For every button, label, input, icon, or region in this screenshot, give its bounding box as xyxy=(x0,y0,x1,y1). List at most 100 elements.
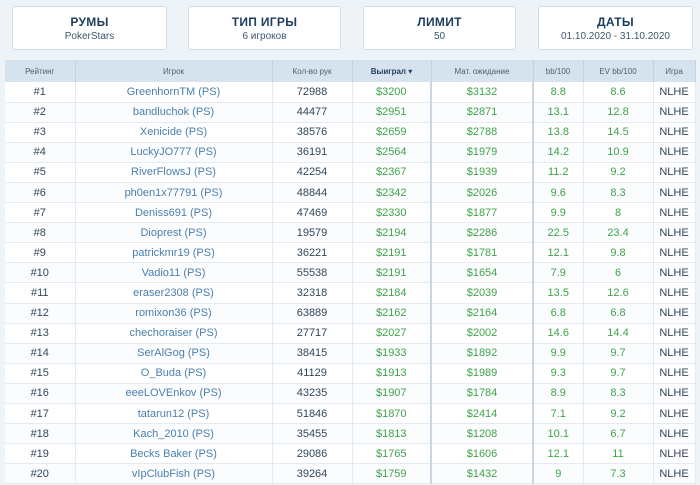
won-cell: $1765 xyxy=(352,443,432,465)
player-link[interactable]: RiverFlowsJ (PS) xyxy=(131,166,216,178)
player-cell: eraser2308 (PS) xyxy=(75,282,273,304)
player-link[interactable]: romixon36 (PS) xyxy=(135,307,211,319)
hands-cell: 47469 xyxy=(272,202,353,224)
player-link[interactable]: bandluchok (PS) xyxy=(133,106,214,118)
player-cell: vIpClubFish (PS) xyxy=(75,463,273,485)
game-cell: NLHE xyxy=(653,122,696,143)
dates-filter[interactable]: ДАТЫ 01.10.2020 - 31.10.2020 xyxy=(538,6,693,50)
player-link[interactable]: Deniss691 (PS) xyxy=(135,207,212,219)
limit-filter-value: 50 xyxy=(433,31,446,42)
bb100-cell: 12.1 xyxy=(533,443,584,465)
bb100-cell: 13.5 xyxy=(533,282,584,304)
dates-filter-value: 01.10.2020 - 31.10.2020 xyxy=(561,31,670,42)
won-cell: $1870 xyxy=(352,403,432,425)
game-cell: NLHE xyxy=(653,343,696,364)
bb100-cell: 12.1 xyxy=(533,242,584,264)
rooms-filter-title: РУМЫ xyxy=(70,15,109,29)
hands-cell: 51846 xyxy=(272,403,353,425)
table-header-row: Рейтинг Игрок Кол-во рук Выиграл ▾ Мат. … xyxy=(5,60,696,82)
player-cell: romixon36 (PS) xyxy=(75,303,273,324)
player-link[interactable]: Xenicide (PS) xyxy=(140,126,207,138)
table-row: #17 tatarun12 (PS) 51846 $1870 $2414 7.1 9.2 NL… xyxy=(5,403,696,425)
table-row: #2 bandluchok (PS) 44477 $2951 $2871 13.1 12.8… xyxy=(5,102,696,123)
bb100-cell: 9.3 xyxy=(533,363,584,384)
evbb100-cell: 6.8 xyxy=(583,303,654,324)
player-link[interactable]: Vadio11 (PS) xyxy=(142,267,206,279)
header-player: Игрок xyxy=(75,60,273,82)
player-link[interactable]: eraser2308 (PS) xyxy=(133,287,214,299)
won-cell: $2330 xyxy=(352,202,432,224)
won-cell: $1913 xyxy=(352,363,432,384)
header-evbb100[interactable]: EV bb/100 xyxy=(583,60,654,82)
won-cell: $1907 xyxy=(352,383,432,405)
evbb100-cell: 9.2 xyxy=(583,162,654,183)
game-type-filter[interactable]: ТИП ИГРЫ 6 игроков xyxy=(188,6,341,50)
hands-cell: 55538 xyxy=(272,262,353,284)
game-cell: NLHE xyxy=(653,102,696,123)
header-ev[interactable]: Мат. ожидание xyxy=(431,60,534,82)
won-cell: $2342 xyxy=(352,182,432,204)
ev-cell: $1781 xyxy=(431,242,534,264)
bb100-cell: 9.6 xyxy=(533,182,584,204)
rank-cell: #11 xyxy=(5,282,76,304)
bb100-cell: 9.9 xyxy=(533,202,584,224)
player-link[interactable]: ph0en1x77791 (PS) xyxy=(125,187,223,199)
header-won[interactable]: Выиграл ▾ xyxy=(352,60,432,82)
player-link[interactable]: O_Buda (PS) xyxy=(141,367,206,379)
table-row: #9 patrickmr19 (PS) 36221 $2191 $1781 12.1 9.8… xyxy=(5,242,696,264)
rank-cell: #10 xyxy=(5,262,76,284)
hands-cell: 43235 xyxy=(272,383,353,405)
hands-cell: 48844 xyxy=(272,182,353,204)
hands-cell: 63889 xyxy=(272,303,353,324)
hands-cell: 32318 xyxy=(272,282,353,304)
ev-cell: $3132 xyxy=(431,82,534,103)
evbb100-cell: 12.8 xyxy=(583,102,654,123)
game-cell: NLHE xyxy=(653,282,696,304)
player-link[interactable]: tatarun12 (PS) xyxy=(138,408,210,420)
table-row: #16 eeeLOVEnkov (PS) 43235 $1907 $1784 8.9 8.3… xyxy=(5,383,696,405)
bb100-cell: 13.1 xyxy=(533,102,584,123)
bb100-cell: 14.6 xyxy=(533,323,584,344)
evbb100-cell: 8.3 xyxy=(583,383,654,405)
won-cell: $1759 xyxy=(352,463,432,485)
rank-cell: #1 xyxy=(5,82,76,103)
game-cell: NLHE xyxy=(653,182,696,204)
evbb100-cell: 9.2 xyxy=(583,403,654,425)
game-cell: NLHE xyxy=(653,222,696,244)
header-bb100[interactable]: bb/100 xyxy=(533,60,584,82)
player-link[interactable]: vIpClubFish (PS) xyxy=(132,468,215,480)
player-link[interactable]: Dioprest (PS) xyxy=(140,227,206,239)
limit-filter[interactable]: ЛИМИТ 50 xyxy=(363,6,516,50)
evbb100-cell: 7.3 xyxy=(583,463,654,485)
rooms-filter[interactable]: РУМЫ PokerStars xyxy=(12,6,167,50)
won-cell: $2027 xyxy=(352,323,432,344)
player-cell: Deniss691 (PS) xyxy=(75,202,273,224)
player-link[interactable]: chechoraiser (PS) xyxy=(129,327,217,339)
header-hands[interactable]: Кол-во рук xyxy=(272,60,353,82)
player-cell: Becks Baker (PS) xyxy=(75,443,273,465)
hands-cell: 38576 xyxy=(272,122,353,143)
table-row: #10 Vadio11 (PS) 55538 $2191 $1654 7.9 6 NLHE xyxy=(5,262,696,284)
evbb100-cell: 6.7 xyxy=(583,423,654,445)
player-link[interactable]: SerAlGog (PS) xyxy=(137,347,210,359)
ev-cell: $2026 xyxy=(431,182,534,204)
table-row: #14 SerAlGog (PS) 38415 $1933 $1892 9.9 9.7 NLH… xyxy=(5,343,696,364)
player-link[interactable]: Kach_2010 (PS) xyxy=(133,428,214,440)
player-link[interactable]: GreenhornTM (PS) xyxy=(127,86,221,98)
ev-cell: $1892 xyxy=(431,343,534,364)
player-link[interactable]: LuckyJO777 (PS) xyxy=(130,146,216,158)
bb100-cell: 7.1 xyxy=(533,403,584,425)
won-cell: $2659 xyxy=(352,122,432,143)
header-game: Игра xyxy=(653,60,696,82)
table-row: #11 eraser2308 (PS) 32318 $2184 $2039 13.5 12.… xyxy=(5,282,696,304)
player-link[interactable]: eeeLOVEnkov (PS) xyxy=(126,387,222,399)
evbb100-cell: 6 xyxy=(583,262,654,284)
table-row: #12 romixon36 (PS) 63889 $2162 $2164 6.8 6.8 NL… xyxy=(5,303,696,324)
player-cell: bandluchok (PS) xyxy=(75,102,273,123)
game-cell: NLHE xyxy=(653,303,696,324)
filter-bar: РУМЫ PokerStars ТИП ИГРЫ 6 игроков ЛИМИТ… xyxy=(0,0,700,60)
rank-cell: #3 xyxy=(5,122,76,143)
player-link[interactable]: patrickmr19 (PS) xyxy=(132,247,215,259)
bb100-cell: 22.5 xyxy=(533,222,584,244)
player-link[interactable]: Becks Baker (PS) xyxy=(130,448,217,460)
